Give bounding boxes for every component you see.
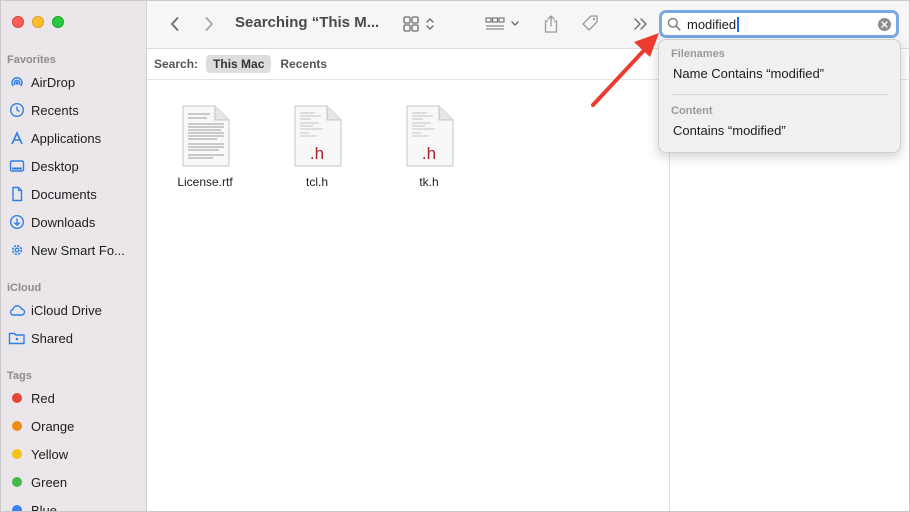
sidebar-item-downloads[interactable]: Downloads <box>1 210 146 234</box>
back-button[interactable] <box>167 13 183 35</box>
search-results: License.rtf .h tcl.h .h tk.h <box>147 81 669 511</box>
suggestion-section-filenames: Filenames <box>671 48 725 60</box>
minimize-window-button[interactable] <box>32 16 44 28</box>
sidebar-tag-blue[interactable]: Blue <box>1 498 146 512</box>
sidebar-item-label: Shared <box>31 330 73 346</box>
clear-search-button[interactable] <box>878 18 891 31</box>
sidebar-tag-red[interactable]: Red <box>1 386 146 410</box>
airdrop-icon <box>5 74 29 90</box>
sidebar-item-label: Blue <box>31 502 58 512</box>
tag-color-dot <box>12 477 22 487</box>
zoom-window-button[interactable] <box>52 16 64 28</box>
rtf-document-icon <box>182 105 230 167</box>
search-icon <box>667 17 681 31</box>
window-controls <box>12 16 64 28</box>
gear-icon <box>5 242 29 258</box>
search-input[interactable]: modified <box>687 16 739 32</box>
scope-label: Search: <box>154 57 199 71</box>
file-badge-text: .h <box>422 144 436 163</box>
chevron-left-icon <box>171 17 179 31</box>
scope-this-mac-button[interactable]: This Mac <box>206 55 272 73</box>
sidebar-item-new-smart-folder[interactable]: New Smart Fo... <box>1 238 146 262</box>
file-name: tcl.h <box>305 175 328 189</box>
cloud-icon <box>5 303 29 317</box>
download-icon <box>5 214 29 230</box>
group-by-icon <box>485 17 519 30</box>
file-item[interactable]: License.rtf <box>160 105 250 189</box>
tag-icon <box>582 15 598 31</box>
sidebar-item-label: Applications <box>31 130 102 146</box>
sidebar-item-label: Recents <box>31 102 79 118</box>
finder-window: Favorites AirDrop Recents Applications D… <box>0 0 910 512</box>
sidebar-item-icloud-drive[interactable]: iCloud Drive <box>1 298 146 322</box>
sidebar-item-label: New Smart Fo... <box>31 242 125 258</box>
close-icon <box>881 21 888 28</box>
icon-view-button[interactable] <box>403 13 439 35</box>
file-name: tk.h <box>419 175 439 189</box>
window-title: Searching “This M... <box>235 14 380 31</box>
more-toolbar-items-button[interactable] <box>633 13 649 35</box>
share-icon <box>544 15 558 33</box>
search-field[interactable]: modified <box>659 10 899 38</box>
sidebar-item-documents[interactable]: Documents <box>1 182 146 206</box>
sidebar-tag-yellow[interactable]: Yellow <box>1 442 146 466</box>
suggestion-name-contains[interactable]: Name Contains “modified” <box>673 66 824 81</box>
header-file-icon: .h <box>406 105 454 167</box>
sidebar-item-shared[interactable]: Shared <box>1 326 146 350</box>
grid-view-icon <box>403 16 434 32</box>
shared-folder-icon <box>5 331 29 345</box>
tag-color-dot <box>12 505 22 511</box>
sidebar-item-label: Downloads <box>31 214 96 230</box>
file-name: License.rtf <box>177 175 233 189</box>
group-button[interactable] <box>484 13 524 35</box>
sidebar-item-label: iCloud Drive <box>31 302 102 318</box>
applications-icon <box>5 130 29 146</box>
tag-button[interactable] <box>579 13 601 35</box>
file-item[interactable]: .h tcl.h <box>272 105 362 189</box>
favorites-section-title: Favorites <box>7 54 56 66</box>
sidebar-item-airdrop[interactable]: AirDrop <box>1 70 146 94</box>
suggestion-content-contains[interactable]: Contains “modified” <box>673 123 786 138</box>
sidebar-item-label: Yellow <box>31 446 69 462</box>
sidebar-item-label: Documents <box>31 186 97 202</box>
tags-section-title: Tags <box>7 370 32 382</box>
clock-icon <box>5 102 29 118</box>
icloud-section-title: iCloud <box>7 282 42 294</box>
desktop-icon <box>5 158 29 174</box>
chevron-double-right-icon <box>634 18 647 30</box>
sidebar-item-label: AirDrop <box>31 74 76 90</box>
close-window-button[interactable] <box>12 16 24 28</box>
scope-recents-button[interactable]: Recents <box>273 55 334 73</box>
sidebar-tag-green[interactable]: Green <box>1 470 146 494</box>
file-item[interactable]: .h tk.h <box>384 105 474 189</box>
sidebar-tag-orange[interactable]: Orange <box>1 414 146 438</box>
header-file-icon: .h <box>294 105 342 167</box>
sidebar-item-label: Green <box>31 474 68 490</box>
file-badge-text: .h <box>310 144 324 163</box>
text-cursor <box>737 16 739 32</box>
suggestion-divider <box>671 94 888 95</box>
tag-color-dot <box>12 393 22 403</box>
sidebar-item-label: Red <box>31 390 55 406</box>
search-suggestions-menu: Filenames Name Contains “modified” Conte… <box>658 39 901 153</box>
sidebar-item-desktop[interactable]: Desktop <box>1 154 146 178</box>
suggestion-section-content: Content <box>671 105 713 117</box>
sidebar-item-label: Desktop <box>31 158 79 174</box>
tag-color-dot <box>12 449 22 459</box>
search-query-text: modified <box>687 16 737 32</box>
tag-color-dot <box>12 421 22 431</box>
document-icon <box>5 186 29 202</box>
sidebar: Favorites AirDrop Recents Applications D… <box>1 1 147 512</box>
sidebar-item-label: Orange <box>31 418 75 434</box>
sidebar-item-recents[interactable]: Recents <box>1 98 146 122</box>
chevron-right-icon <box>205 17 213 31</box>
share-button[interactable] <box>541 13 561 35</box>
sidebar-item-applications[interactable]: Applications <box>1 126 146 150</box>
forward-button[interactable] <box>201 13 217 35</box>
